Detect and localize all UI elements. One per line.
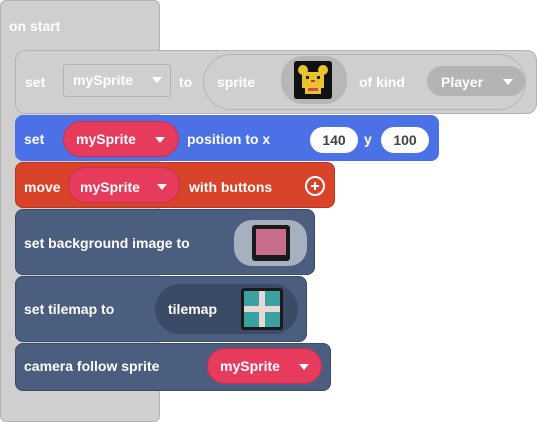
dropdown-arrow-icon — [157, 184, 167, 190]
x-input[interactable]: 140 — [310, 127, 358, 153]
tilemap-block-label: set tilemap to — [24, 301, 115, 317]
dropdown-arrow-icon — [503, 79, 513, 85]
y-label: y — [364, 131, 372, 147]
to-label: to — [179, 74, 193, 90]
on-start-label: on start — [9, 18, 61, 34]
dropdown-arrow-icon — [152, 77, 162, 83]
camera-label: camera follow sprite — [24, 358, 160, 374]
y-input[interactable]: 100 — [381, 127, 429, 153]
kind-dropdown-label: Player — [441, 74, 484, 90]
position-label: position to x — [187, 131, 271, 147]
background-label: set background image to — [24, 235, 190, 251]
move-label: move — [24, 179, 61, 195]
dropdown-arrow-icon — [155, 137, 165, 143]
variable-dropdown-label: mySprite — [220, 358, 280, 374]
variable-dropdown-label: mySprite — [76, 131, 136, 147]
set-label: set — [25, 74, 46, 90]
background-image-preview — [256, 229, 286, 255]
dropdown-arrow-icon — [299, 364, 309, 370]
set-label: set — [24, 131, 45, 147]
add-circle-icon[interactable] — [305, 176, 325, 196]
with-buttons-label: with buttons — [189, 179, 273, 195]
tilemap-label: tilemap — [168, 301, 218, 317]
variable-dropdown-label: mySprite — [80, 179, 140, 195]
tilemap-path-horizontal — [244, 306, 280, 312]
variable-dropdown-label: mySprite — [73, 72, 133, 88]
of-kind-label: of kind — [359, 74, 405, 90]
sprite-image-icon — [294, 61, 332, 99]
sprite-label: sprite — [217, 74, 256, 90]
